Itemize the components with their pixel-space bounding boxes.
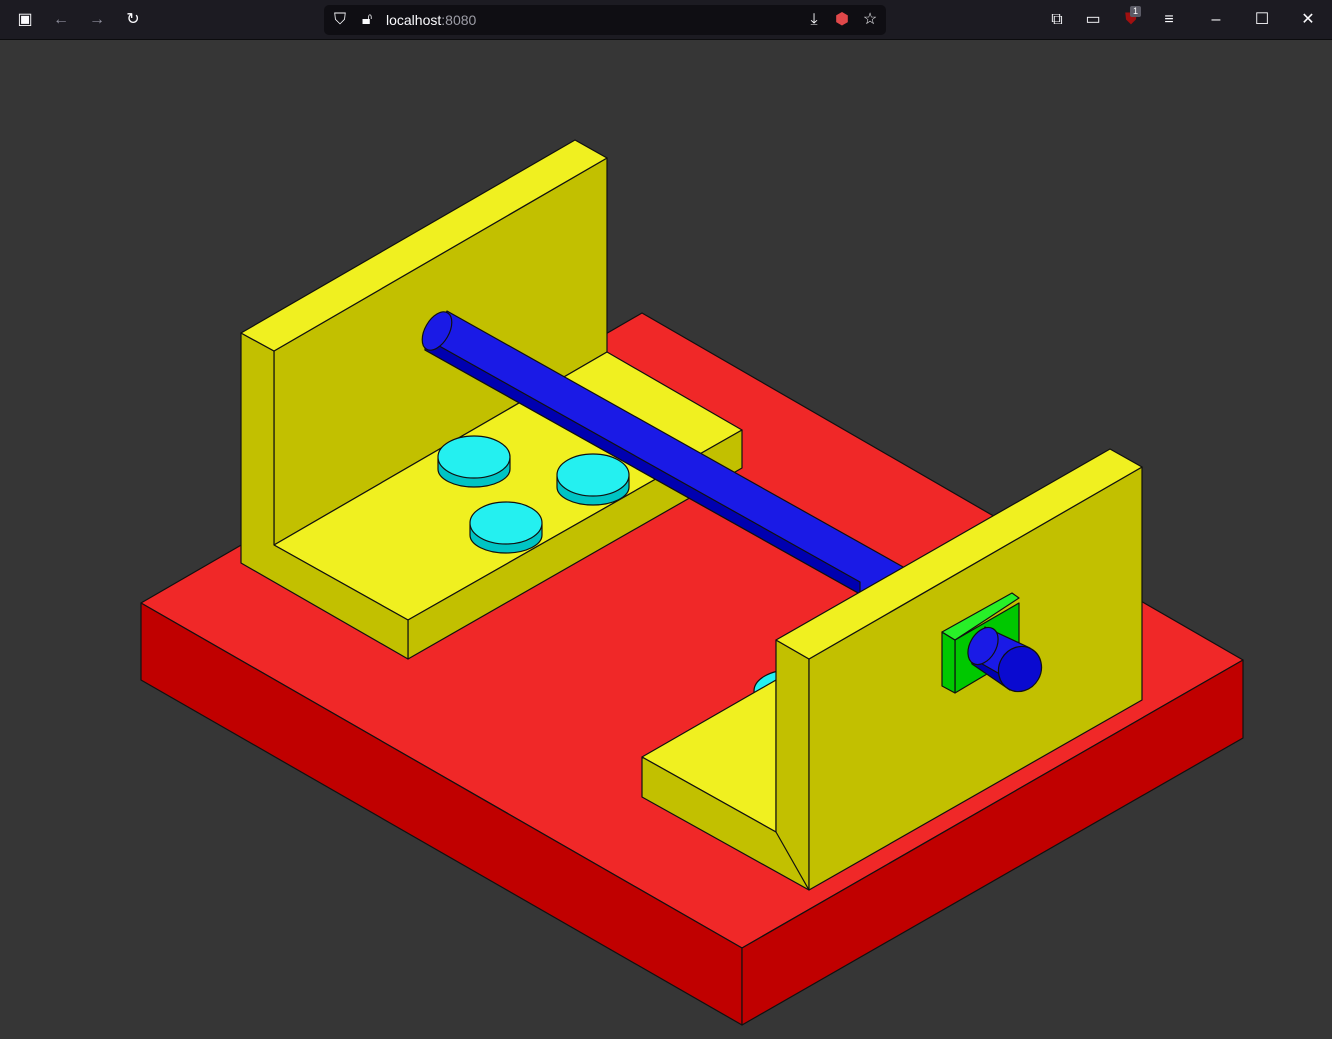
reload-icon[interactable]: ↻	[122, 9, 144, 31]
3d-viewport[interactable]	[0, 40, 1332, 1039]
forward-icon[interactable]: →	[86, 9, 108, 31]
disc	[437, 435, 511, 488]
shield-icon[interactable]: ⛉	[329, 9, 351, 31]
extensions-icon[interactable]: ⧉	[1046, 9, 1068, 31]
minimize-icon[interactable]: –	[1205, 9, 1227, 31]
disc	[469, 501, 543, 554]
browser-toolbar: ▣ ← → ↻ ⛉ 🔓︎ localhost:8080 ⤓ ⬢ ☆ ⧉ ▭ ⛊ …	[0, 0, 1332, 40]
back-icon[interactable]: ←	[50, 9, 72, 31]
tab-view-icon[interactable]: ▭	[1082, 9, 1104, 31]
sidebar-icon[interactable]: ▣	[14, 9, 36, 31]
bookmark-star-icon[interactable]: ☆	[859, 9, 881, 31]
extension-hex-icon[interactable]: ⬢	[831, 9, 853, 31]
save-page-icon[interactable]: ⤓	[803, 9, 825, 31]
extension-badge: 1	[1130, 6, 1142, 17]
url-bar[interactable]: ⛉ 🔓︎ localhost:8080 ⤓ ⬢ ☆	[324, 5, 886, 35]
close-icon[interactable]: ✕	[1297, 9, 1319, 31]
url-text[interactable]: localhost:8080	[386, 12, 476, 28]
menu-icon[interactable]: ≡	[1158, 9, 1180, 31]
lock-warning-icon[interactable]: 🔓︎	[356, 9, 378, 31]
maximize-icon[interactable]: ☐	[1251, 9, 1273, 31]
disc	[556, 453, 630, 506]
